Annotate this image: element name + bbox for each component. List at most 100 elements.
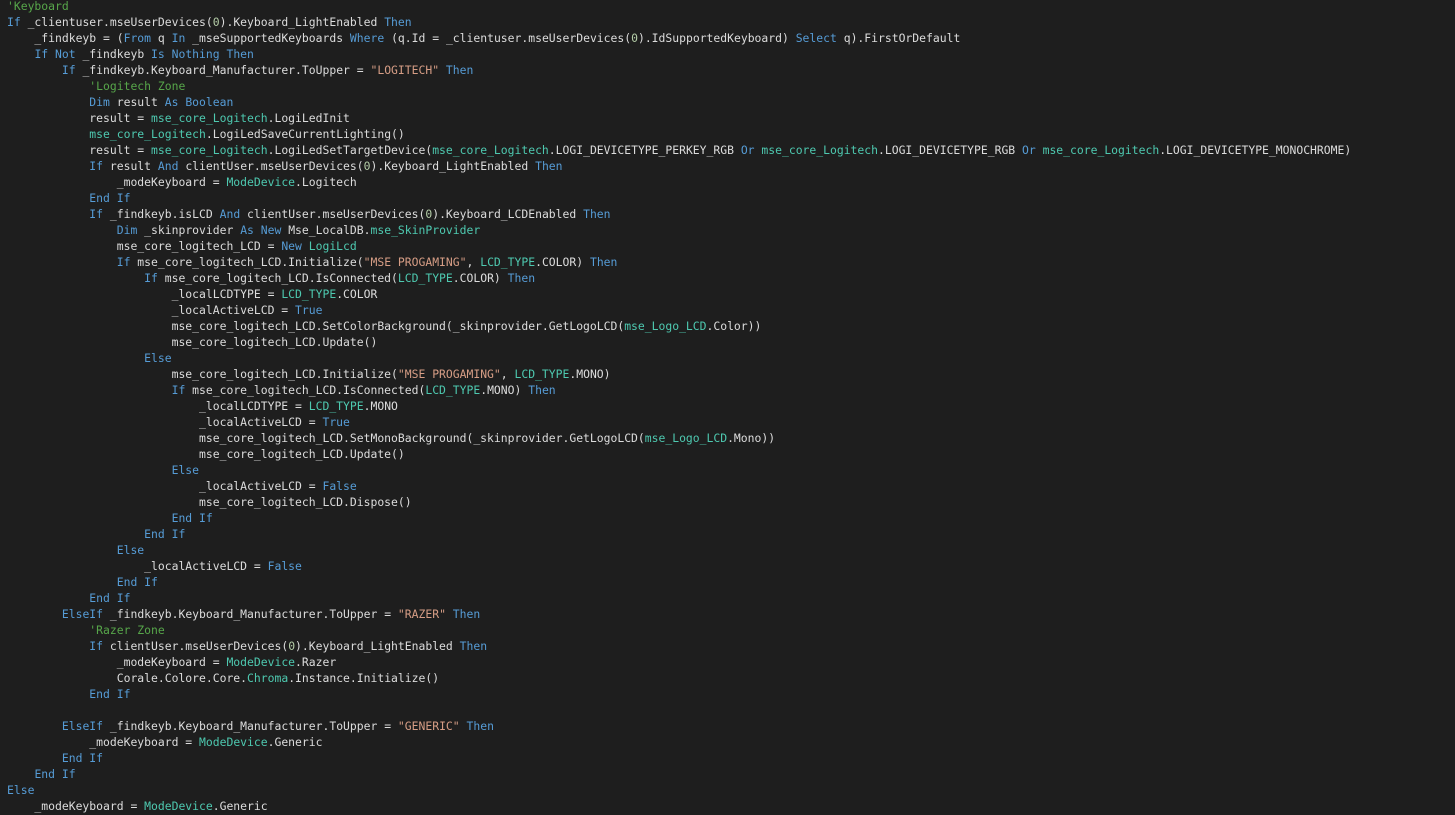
type-token: LCD_TYPE — [480, 255, 536, 269]
code-line[interactable]: mse_core_Logitech.LogiLedSaveCurrentLigh… — [7, 126, 1351, 142]
code-line[interactable]: If result And clientUser.mseUserDevices(… — [7, 158, 1351, 174]
code-token: .LogiLedInit — [267, 111, 350, 125]
code-token: _mseSupportedKeyboards — [185, 31, 350, 45]
code-line[interactable]: mse_core_logitech_LCD.Dispose() — [7, 494, 1351, 510]
code-token: _findkeyb = ( — [7, 31, 124, 45]
code-token: _localActiveLCD = — [7, 415, 323, 429]
keyword-token: If — [171, 383, 186, 397]
code-line[interactable]: If _findkeyb.Keyboard_Manufacturer.ToUpp… — [7, 62, 1351, 78]
code-line[interactable]: End If — [7, 686, 1351, 702]
code-line[interactable]: _modeKeyboard = ModeDevice.Generic — [7, 734, 1351, 750]
code-line[interactable]: mse_core_logitech_LCD.Initialize("MSE PR… — [7, 366, 1351, 382]
code-token: mse_core_logitech_LCD = — [7, 239, 282, 253]
code-line[interactable]: End If — [7, 590, 1351, 606]
code-line[interactable]: Else — [7, 462, 1351, 478]
code-line[interactable]: Else — [7, 542, 1351, 558]
code-line[interactable]: 'Razer Zone — [7, 622, 1351, 638]
code-line[interactable]: mse_core_logitech_LCD.SetColorBackground… — [7, 318, 1351, 334]
code-token: .LogiLedSaveCurrentLighting() — [205, 127, 405, 141]
keyword-token: True — [295, 303, 323, 317]
comment-token: 'Logitech Zone — [89, 79, 186, 93]
code-line[interactable]: Else — [7, 350, 1351, 366]
code-line[interactable]: Corale.Colore.Core.Chroma.Instance.Initi… — [7, 670, 1351, 686]
code-line[interactable]: If _findkeyb.isLCD And clientUser.mseUse… — [7, 206, 1351, 222]
code-line[interactable]: ElseIf _findkeyb.Keyboard_Manufacturer.T… — [7, 606, 1351, 622]
keyword-token: Then — [589, 255, 618, 269]
code-line[interactable]: End If — [7, 766, 1351, 782]
code-line[interactable]: _localActiveLCD = True — [7, 414, 1351, 430]
code-line[interactable]: Dim _skinprovider As New Mse_LocalDB.mse… — [7, 222, 1351, 238]
code-line[interactable]: _modeKeyboard = ModeDevice.Logitech — [7, 174, 1351, 190]
code-line[interactable]: If mse_core_logitech_LCD.IsConnected(LCD… — [7, 270, 1351, 286]
code-token: _skinprovider — [137, 223, 241, 237]
keyword-token: ElseIf — [61, 719, 104, 733]
code-line[interactable]: End If — [7, 526, 1351, 542]
code-line[interactable]: _localLCDTYPE = LCD_TYPE.COLOR — [7, 286, 1351, 302]
code-token: ).IdSupportedKeyboard) — [637, 31, 796, 45]
code-line[interactable]: End If — [7, 510, 1351, 526]
code-lines: 'Keyboard If _clientuser.mseUserDevices(0… — [7, 0, 1351, 814]
code-token: result — [103, 159, 158, 173]
code-line[interactable]: Else — [7, 782, 1351, 798]
type-token: mse_SkinProvider — [370, 223, 481, 237]
code-line[interactable]: If Not _findkeyb Is Nothing Then — [7, 46, 1351, 62]
code-line[interactable]: 'Logitech Zone — [7, 78, 1351, 94]
code-line[interactable]: mse_core_logitech_LCD.SetMonoBackground(… — [7, 430, 1351, 446]
code-token: ).Keyboard_LightEnabled — [370, 159, 536, 173]
code-line[interactable]: End If — [7, 574, 1351, 590]
keyword-token: End If — [89, 687, 131, 701]
keyword-token: New — [281, 239, 302, 253]
code-token: _modeKeyboard = — [7, 175, 227, 189]
code-token: clientUser.mseUserDevices( — [178, 159, 364, 173]
code-line[interactable]: mse_core_logitech_LCD = New LogiLcd — [7, 238, 1351, 254]
code-token: .LOGI_DEVICETYPE_MONOCHROME) — [1159, 143, 1352, 157]
code-token: .Instance.Initialize() — [288, 671, 440, 685]
string-token: "MSE PROGAMING" — [363, 255, 467, 269]
code-token: clientUser.mseUserDevices( — [240, 207, 426, 221]
code-token: mse_core_logitech_LCD.Dispose() — [7, 495, 412, 509]
code-line[interactable]: mse_core_logitech_LCD.Update() — [7, 446, 1351, 462]
code-token: .Generic — [212, 799, 268, 813]
code-line[interactable]: If mse_core_logitech_LCD.Initialize("MSE… — [7, 254, 1351, 270]
code-line[interactable]: result = mse_core_Logitech.LogiLedInit — [7, 110, 1351, 126]
code-token: _findkeyb — [75, 47, 152, 61]
code-line[interactable]: Dim result As Boolean — [7, 94, 1351, 110]
code-line[interactable]: result = mse_core_Logitech.LogiLedSetTar… — [7, 142, 1351, 158]
code-line[interactable]: _localActiveLCD = True — [7, 302, 1351, 318]
code-line[interactable]: If mse_core_logitech_LCD.IsConnected(LCD… — [7, 382, 1351, 398]
code-line[interactable]: If clientUser.mseUserDevices(0).Keyboard… — [7, 638, 1351, 654]
code-line[interactable]: _localActiveLCD = False — [7, 558, 1351, 574]
code-line[interactable]: End If — [7, 190, 1351, 206]
code-token: q).FirstOrDefault — [836, 31, 961, 45]
code-line[interactable]: 'Keyboard — [7, 0, 1351, 14]
number-token: 0 — [631, 31, 638, 45]
type-token: mse_core_Logitech — [1042, 143, 1160, 157]
code-line[interactable]: ElseIf _findkeyb.Keyboard_Manufacturer.T… — [7, 718, 1351, 734]
keyword-token: False — [267, 559, 302, 573]
code-line[interactable]: _modeKeyboard = ModeDevice.Generic — [7, 798, 1351, 814]
code-line[interactable]: _localActiveLCD = False — [7, 478, 1351, 494]
code-line[interactable]: _modeKeyboard = ModeDevice.Razer — [7, 654, 1351, 670]
code-editor[interactable]: 'Keyboard If _clientuser.mseUserDevices(0… — [0, 0, 1455, 815]
code-line[interactable]: mse_core_logitech_LCD.Update() — [7, 334, 1351, 350]
code-line[interactable] — [7, 702, 1351, 718]
code-line[interactable]: _findkeyb = (From q In _mseSupportedKeyb… — [7, 30, 1351, 46]
code-token: result — [109, 95, 165, 109]
number-token: 0 — [212, 15, 220, 29]
code-token: .Color)) — [706, 319, 762, 333]
code-line[interactable]: If _clientuser.mseUserDevices(0).Keyboar… — [7, 14, 1351, 30]
code-line[interactable]: _localLCDTYPE = LCD_TYPE.MONO — [7, 398, 1351, 414]
code-token: .MONO) — [480, 383, 529, 397]
type-token: LCD_TYPE — [514, 367, 570, 381]
comment-token: 'Keyboard — [7, 0, 69, 13]
keyword-token: Then — [452, 607, 481, 621]
keyword-token: Else — [144, 351, 172, 365]
keyword-token: If — [89, 207, 104, 221]
code-line[interactable]: End If — [7, 750, 1351, 766]
type-token: ModeDevice — [226, 655, 296, 669]
